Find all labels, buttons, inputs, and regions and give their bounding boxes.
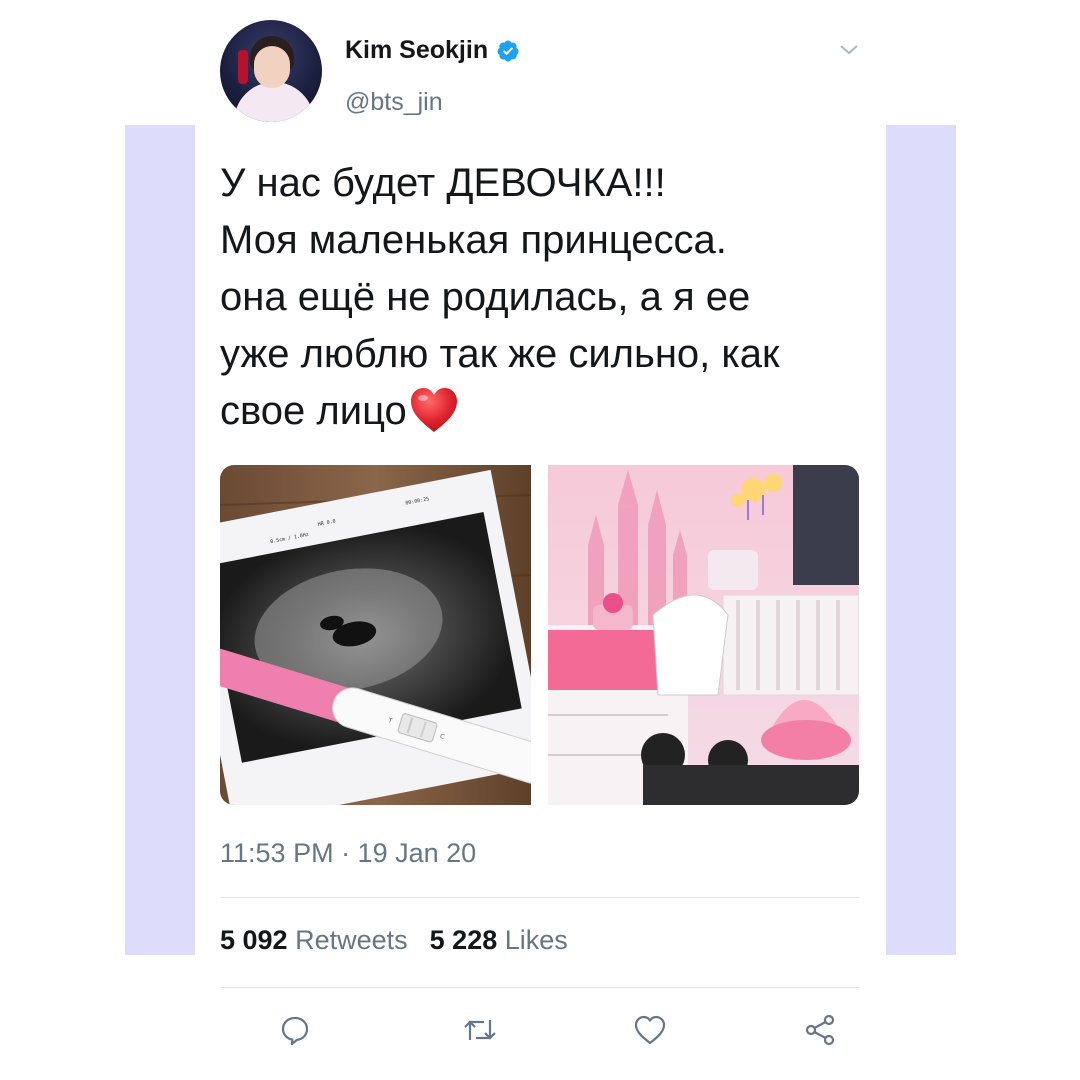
tweet-text-line-last: свое лицо [220,383,870,440]
tweet-image-nursery[interactable] [548,465,859,805]
tweet-text-line: свое лицо [220,389,407,433]
retweets-label: Retweets [295,925,408,955]
tweet-text-line: Моя маленькая принцесса. [220,218,727,262]
tweet-actions [220,1005,860,1055]
like-icon [634,1015,666,1045]
retweet-button[interactable] [455,1005,505,1055]
reply-button[interactable] [270,1005,320,1055]
tweet-stats: 5 092 Retweets 5 228 Likes [220,925,568,956]
reply-icon [281,1016,309,1046]
tweet-text: У нас будет ДЕВОЧКА!!! Моя маленькая при… [220,155,870,440]
tweet-text-line: У нас будет ДЕВОЧКА!!! [220,161,666,205]
chevron-down-icon[interactable] [837,38,861,62]
author-name-row[interactable]: Kim Seokjin [345,36,520,65]
likes-label: Likes [504,925,568,955]
tweet-card: Kim Seokjin @bts_jin У нас будет ДЕВОЧКА… [197,0,885,1080]
tweet-text-line: она ещё не родилась, а я ее [220,275,751,319]
retweets-count: 5 092 [220,925,288,955]
author-name[interactable]: Kim Seokjin [345,36,488,65]
left-decor-band [125,125,195,955]
retweets-stat[interactable]: 5 092 Retweets [220,925,408,955]
retweet-icon [464,1020,496,1040]
like-button[interactable] [625,1005,675,1055]
author-handle[interactable]: @bts_jin [345,88,443,117]
share-button[interactable] [795,1005,845,1055]
verified-badge-icon [497,40,519,61]
likes-stat[interactable]: 5 228 Likes [430,925,568,955]
divider [220,987,860,988]
share-icon [805,1014,835,1046]
red-heart-emoji-icon [410,388,457,432]
avatar[interactable] [220,20,322,122]
divider [220,897,860,898]
tweet-timestamp[interactable]: 11:53 PM · 19 Jan 20 [220,838,476,869]
tweet-image-ultrasound[interactable]: HR 0.0 0.5cm / 1.0Hz 00:00:25 T C [220,465,531,805]
right-decor-band [886,125,956,955]
tweet-text-line: уже люблю так же сильно, как [220,332,780,376]
likes-count: 5 228 [429,925,498,955]
